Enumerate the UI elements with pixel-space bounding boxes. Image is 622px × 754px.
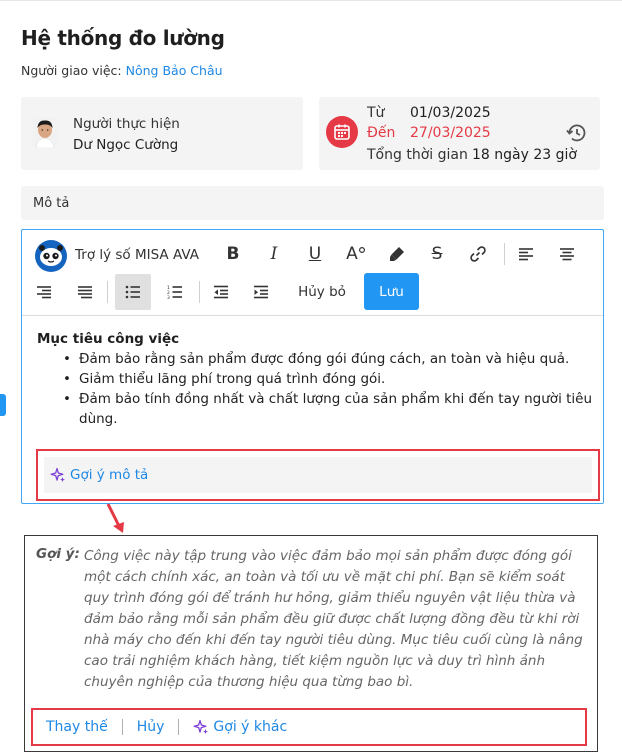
start-date-value[interactable]: 01/03/2025 (410, 105, 491, 121)
link-icon (470, 246, 486, 262)
editor-toolbar: Trợ lý số MISA AVA B I U A S 1 2 3 Hủy b… (22, 230, 603, 316)
assigner-line: Người giao việc: Nông Bảo Châu (21, 63, 223, 78)
history-icon[interactable] (565, 121, 589, 145)
list-item: Giảm thiểu lãng phí trong quá trình đóng… (63, 369, 597, 389)
description-label: Mô tả (33, 196, 70, 211)
numbered-list-icon: 123 (167, 285, 182, 299)
ava-assistant-label[interactable]: Trợ lý số MISA AVA (75, 247, 199, 263)
list-item: Đảm bảo rằng sản phẩm được đóng gói đúng… (63, 349, 597, 369)
suggest-description-button[interactable]: Gợi ý mô tả (44, 457, 592, 493)
sparkle-icon (50, 467, 65, 482)
indent-button[interactable] (247, 278, 275, 306)
dismiss-button[interactable]: Hủy (137, 719, 165, 735)
ava-assistant-icon[interactable] (35, 240, 67, 272)
action-divider (178, 719, 180, 735)
link-button[interactable] (464, 240, 492, 268)
justify-icon (78, 286, 92, 299)
bold-button[interactable]: B (219, 240, 247, 268)
due-date-value[interactable]: 27/03/2025 (410, 125, 491, 141)
due-date-label: Đến (367, 125, 396, 141)
executor-label: Người thực hiện (73, 116, 180, 132)
toolbar-divider (199, 281, 200, 303)
italic-button[interactable]: I (260, 240, 288, 268)
editor-content[interactable]: Mục tiêu công việc Đảm bảo rằng sản phẩm… (37, 329, 597, 429)
align-center-icon (560, 248, 574, 261)
time-card: Từ 01/03/2025 Đến 27/03/2025 Tổng thời g… (319, 97, 600, 170)
strikethrough-button[interactable]: S (423, 240, 451, 268)
bullet-list-icon (125, 285, 140, 299)
numbered-list-button[interactable]: 123 (161, 278, 189, 306)
executor-card: Người thực hiện Dư Ngọc Cường (21, 97, 303, 170)
align-center-button[interactable] (553, 240, 581, 268)
indent-icon (254, 285, 268, 299)
rich-text-editor[interactable]: Trợ lý số MISA AVA B I U A S 1 2 3 Hủy b… (21, 229, 604, 504)
description-header: Mô tả (21, 186, 604, 220)
suggestion-panel: Gợi ý: Công việc này tập trung vào việc … (24, 535, 598, 752)
svg-text:3: 3 (167, 295, 170, 299)
underline-button[interactable]: U (301, 240, 329, 268)
assigner-label: Người giao việc: (21, 63, 122, 78)
align-left-button[interactable] (512, 240, 540, 268)
start-date-label: Từ (367, 105, 385, 121)
bullet-list-button[interactable] (115, 274, 151, 310)
replace-button[interactable]: Thay thế (46, 719, 108, 735)
suggestion-label: Gợi ý: (36, 546, 80, 562)
top-divider (0, 0, 622, 4)
suggest-description-label: Gợi ý mô tả (70, 467, 149, 483)
side-panel-handle[interactable] (0, 394, 6, 416)
suggestion-actions: Thay thế Hủy Gợi ý khác (31, 708, 587, 746)
action-divider (121, 719, 123, 735)
page-title: Hệ thống đo lường (21, 26, 225, 50)
justify-button[interactable] (71, 278, 99, 306)
align-right-icon (37, 286, 51, 299)
other-suggestion-label: Gợi ý khác (213, 719, 288, 735)
assigner-link[interactable]: Nông Bảo Châu (126, 63, 223, 78)
other-suggestion-button[interactable]: Gợi ý khác (193, 719, 287, 735)
font-size-gear-icon (358, 246, 365, 254)
total-time-label: Tổng thời gian (367, 147, 468, 163)
avatar (33, 118, 57, 148)
list-item: Đảm bảo tính đồng nhất và chất lượng của… (63, 389, 597, 429)
outdent-button[interactable] (207, 278, 235, 306)
highlighter-icon (390, 247, 404, 261)
toolbar-divider (504, 243, 505, 265)
suggest-highlight-frame: Gợi ý mô tả (36, 449, 600, 501)
content-heading: Mục tiêu công việc (37, 331, 180, 347)
font-size-button[interactable]: A (340, 240, 372, 268)
goal-list: Đảm bảo rằng sản phẩm được đóng gói đúng… (63, 349, 597, 429)
highlight-button[interactable] (383, 240, 411, 268)
sparkle-icon (193, 719, 209, 734)
align-right-button[interactable] (30, 278, 58, 306)
callout-arrow (106, 503, 124, 533)
font-size-glyph: A (346, 244, 358, 264)
calendar-icon[interactable] (326, 116, 358, 148)
align-left-icon (519, 248, 533, 261)
suggestion-text: Công việc này tập trung vào việc đảm bảo… (84, 548, 583, 690)
toolbar-divider (107, 281, 108, 303)
cancel-button[interactable]: Hủy bỏ (287, 274, 357, 310)
executor-name[interactable]: Dư Ngọc Cường (73, 137, 178, 153)
outdent-icon (214, 285, 228, 299)
save-button[interactable]: Lưu (364, 273, 419, 310)
total-time-value: 18 ngày 23 giờ (472, 147, 577, 163)
